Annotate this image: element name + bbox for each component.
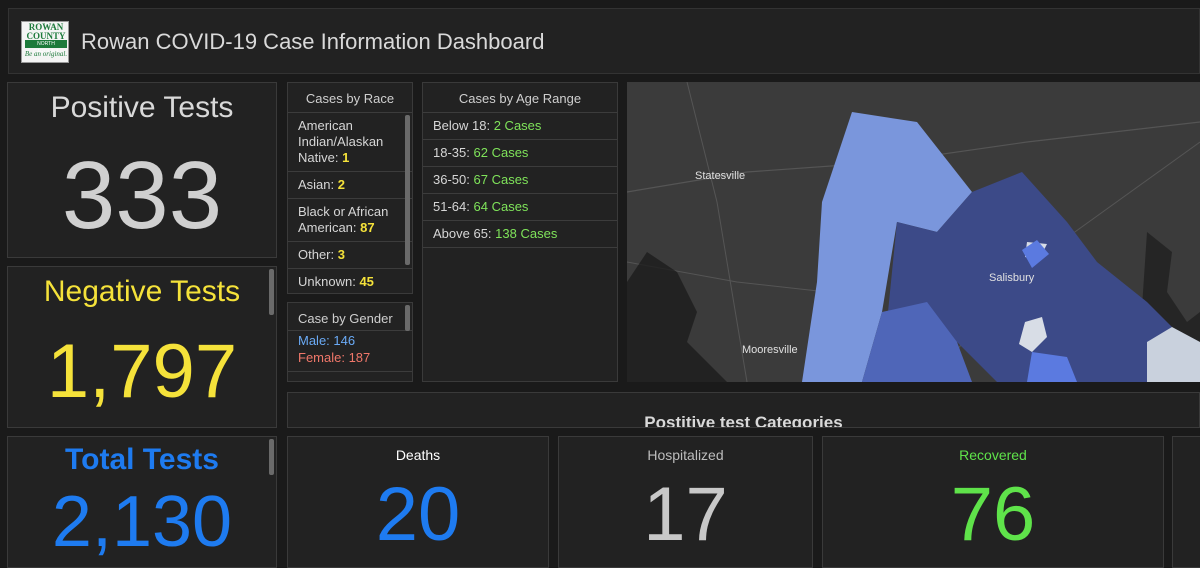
age-item: 36-50: 67 Cases [423,166,617,193]
total-tests-label: Total Tests [65,443,219,476]
deaths-value: 20 [375,472,461,557]
race-item: Other: 3 [288,241,412,268]
page-title: Rowan COVID-19 Case Information Dashboar… [81,29,545,54]
case-by-gender-panel: Case by Gender Male: 146 Female: 187 [287,302,413,382]
gender-title: Case by Gender [298,311,393,326]
cases-by-race-panel: Cases by Race American Indian/Alaskan Na… [287,82,413,294]
county-map[interactable]: Statesville Salisbury Mooresville [627,82,1200,382]
race-item-label: Asian: [298,177,335,192]
race-item-label: Other: [298,247,335,262]
dashboard-header: ROWAN COUNTY NORTH CAROLINA Be an origin… [8,8,1200,74]
scrollbar[interactable] [405,115,410,265]
negative-tests-panel: Negative Tests 1,797 [7,266,277,428]
total-tests-value: 2,130 [51,482,233,562]
age-item-label: Below 18: [433,118,491,133]
positive-tests-value: 333 [61,142,223,249]
age-item-label: 51-64: [433,199,470,214]
cases-by-age-panel: Cases by Age Range Below 18: 2 Cases 18-… [422,82,618,382]
logo-band: NORTH CAROLINA [25,40,67,55]
categories-title: Postitive test Categories [644,413,843,428]
total-tests-panel: Total Tests 2,130 [7,436,277,568]
hospitalized-card: Hospitalized 17 [558,436,813,568]
age-item-label: 18-35: [433,145,470,160]
scrollbar[interactable] [269,269,274,315]
race-item: Unknown: 45 [288,268,412,293]
map-graphic [627,82,1200,382]
map-label-statesville: Statesville [695,170,746,182]
recovered-value: 76 [950,472,1036,557]
race-item-label: Unknown: [298,274,356,289]
logo-tagline: Be an original. [24,50,68,58]
age-item: 18-35: 62 Cases [423,139,617,166]
recovered-card: Recovered 76 [822,436,1164,568]
age-item: Above 65: 138 Cases [423,220,617,248]
age-item-value: 62 Cases [473,145,529,160]
recovered-label: Recovered [959,447,1027,463]
positive-tests-label: Positive Tests [50,91,234,124]
race-item: American Indian/Alaskan Native: 1 [288,112,412,171]
logo-text: ROWAN COUNTY [26,22,66,41]
age-item-label: Above 65: [433,226,492,241]
race-item: Asian: 2 [288,171,412,198]
map-label-mooresville: Mooresville [742,344,798,356]
age-item-value: 64 Cases [473,199,529,214]
race-item-value: 1 [342,150,350,165]
scrollbar[interactable] [405,305,410,331]
race-item: Black or African American: 87 [288,198,412,241]
race-item-label: Black or African American: [298,204,389,235]
negative-tests-value: 1,797 [46,329,238,414]
map-label-salisbury: Salisbury [989,272,1035,284]
categories-panel: Postitive test Categories [287,392,1200,428]
deaths-label: Deaths [395,447,441,463]
gender-female: Female: 187 [288,350,412,372]
deaths-card: Deaths 20 [287,436,549,568]
race-item-label: American Indian/Alaskan Native: [298,118,384,165]
negative-tests-label: Negative Tests [43,275,241,308]
age-item-value: 67 Cases [473,172,529,187]
scrollbar[interactable] [269,439,274,475]
positive-tests-panel: Positive Tests 333 [7,82,277,258]
age-item: Below 18: 2 Cases [423,112,617,139]
age-item: 51-64: 64 Cases [423,193,617,220]
rowan-county-logo: ROWAN COUNTY NORTH CAROLINA Be an origin… [21,21,69,63]
hospitalized-label: Hospitalized [647,447,724,463]
age-item-value: 138 Cases [495,226,558,241]
age-title: Cases by Age Range [458,91,582,106]
race-title: Cases by Race [305,91,395,106]
gender-male: Male: 146 [288,330,412,350]
race-item-value: 87 [360,220,375,235]
hospitalized-value: 17 [643,472,728,557]
age-item-value: 2 Cases [493,118,542,133]
race-item-value: 45 [359,274,374,289]
partial-card [1172,436,1200,568]
race-item-value: 2 [337,177,345,192]
race-item-value: 3 [337,247,345,262]
age-item-label: 36-50: [433,172,470,187]
